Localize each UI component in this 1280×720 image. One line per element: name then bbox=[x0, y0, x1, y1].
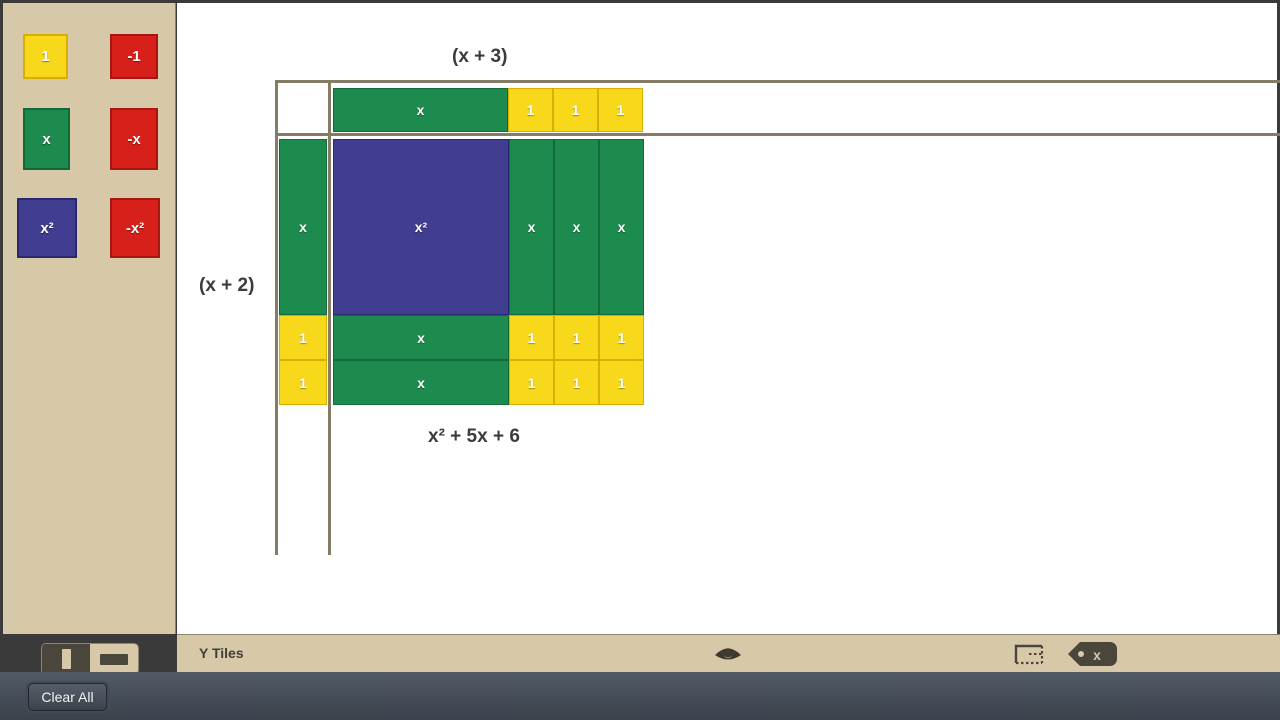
palette-tile-negone-label: -1 bbox=[127, 48, 141, 65]
tile-label: x bbox=[417, 374, 425, 391]
product-tile-x-1[interactable]: x bbox=[509, 139, 554, 315]
grid-line-mid bbox=[275, 133, 1280, 136]
eye-icon-svg bbox=[715, 648, 741, 660]
tile-label: 1 bbox=[299, 374, 307, 391]
tile-label: 1 bbox=[617, 329, 626, 346]
product-tile-x-4[interactable]: x bbox=[333, 315, 509, 360]
toggle-vertical-option[interactable] bbox=[42, 644, 90, 674]
tile-label: 1 bbox=[571, 102, 580, 118]
grid-line-left-inner bbox=[328, 80, 331, 555]
grid-frame-icon-svg bbox=[1014, 644, 1044, 665]
tile-label: x bbox=[527, 219, 536, 235]
top-row-tile-one-1[interactable]: 1 bbox=[508, 88, 553, 132]
algebra-tiles-app: 1 -1 x -x x² -x² (x + 3) (x + 2) x² + 5x… bbox=[0, 0, 1280, 720]
left-col-tile-one-2[interactable]: 1 bbox=[279, 360, 327, 405]
top-row-tile-one-3[interactable]: 1 bbox=[598, 88, 643, 132]
palette-tile-negx-label: -x bbox=[127, 130, 141, 148]
toggle-horizontal-option[interactable] bbox=[90, 644, 138, 674]
left-col-tile-one-1[interactable]: 1 bbox=[279, 315, 327, 360]
tile-label: 1 bbox=[617, 374, 626, 391]
palette-tile-x[interactable]: x bbox=[23, 108, 70, 170]
tile-label: x² bbox=[414, 219, 428, 235]
product-tile-one-6[interactable]: 1 bbox=[599, 360, 644, 405]
grid-line-top bbox=[275, 80, 1280, 83]
grid-frame-icon[interactable] bbox=[1012, 639, 1046, 669]
tile-label: 1 bbox=[526, 102, 535, 118]
clear-all-label: Clear All bbox=[41, 689, 94, 705]
left-factor-label: (x + 2) bbox=[199, 275, 255, 296]
product-tile-one-2[interactable]: 1 bbox=[554, 315, 599, 360]
product-tile-one-5[interactable]: 1 bbox=[554, 360, 599, 405]
variable-tag-icon[interactable]: x bbox=[1066, 639, 1118, 669]
eye-icon[interactable] bbox=[712, 639, 744, 669]
top-row-tile-x[interactable]: x bbox=[333, 88, 508, 132]
product-tile-one-4[interactable]: 1 bbox=[509, 360, 554, 405]
product-tile-x-squared[interactable]: x² bbox=[333, 139, 509, 315]
palette-tile-x-label: x bbox=[42, 130, 51, 148]
top-row-tile-one-2[interactable]: 1 bbox=[553, 88, 598, 132]
clear-all-button[interactable]: Clear All bbox=[28, 683, 107, 711]
palette-tile-negative-one[interactable]: -1 bbox=[110, 34, 158, 79]
tile-palette: 1 -1 x -x x² -x² bbox=[3, 3, 176, 675]
horizontal-bar-icon bbox=[100, 653, 128, 665]
tile-label: x bbox=[299, 219, 307, 235]
bottom-toolbar: Clear All bbox=[0, 672, 1280, 720]
palette-tile-one-label: 1 bbox=[41, 48, 50, 65]
variable-tag-icon-svg: x bbox=[1068, 642, 1117, 666]
tile-label: 1 bbox=[299, 329, 307, 346]
left-col-tile-x[interactable]: x bbox=[279, 139, 327, 315]
tile-label: 1 bbox=[572, 374, 581, 391]
product-tile-one-3[interactable]: 1 bbox=[599, 315, 644, 360]
view-orientation-toggle[interactable] bbox=[41, 643, 139, 675]
tile-label: x bbox=[617, 219, 626, 235]
top-factor-label: (x + 3) bbox=[452, 46, 508, 67]
palette-tile-one[interactable]: 1 bbox=[23, 34, 68, 79]
palette-tile-negative-x[interactable]: -x bbox=[110, 108, 158, 170]
product-tile-one-1[interactable]: 1 bbox=[509, 315, 554, 360]
tile-label: x bbox=[416, 102, 425, 118]
palette-tile-negx2-label: -x² bbox=[125, 219, 145, 237]
tile-label: x bbox=[572, 219, 581, 235]
palette-tile-x2-label: x² bbox=[40, 219, 54, 237]
product-tile-x-5[interactable]: x bbox=[333, 360, 509, 405]
tile-label: 1 bbox=[527, 329, 536, 346]
vertical-bar-icon bbox=[61, 649, 71, 669]
tile-label: x bbox=[417, 329, 425, 346]
tile-label: 1 bbox=[572, 329, 581, 346]
product-tile-x-3[interactable]: x bbox=[599, 139, 644, 315]
tile-label: 1 bbox=[527, 374, 536, 391]
svg-text:x: x bbox=[1093, 647, 1101, 663]
tile-label: 1 bbox=[616, 102, 625, 118]
palette-tile-negative-x-squared[interactable]: -x² bbox=[110, 198, 160, 258]
grid-line-left bbox=[275, 80, 278, 555]
status-label: Y Tiles bbox=[199, 645, 244, 661]
palette-tile-x-squared[interactable]: x² bbox=[17, 198, 77, 258]
work-canvas[interactable]: (x + 3) (x + 2) x² + 5x + 6 x 1 1 1 x 1 … bbox=[177, 3, 1280, 634]
status-bar: Y Tiles x bbox=[177, 634, 1280, 672]
product-tile-x-2[interactable]: x bbox=[554, 139, 599, 315]
product-label: x² + 5x + 6 bbox=[428, 426, 520, 447]
